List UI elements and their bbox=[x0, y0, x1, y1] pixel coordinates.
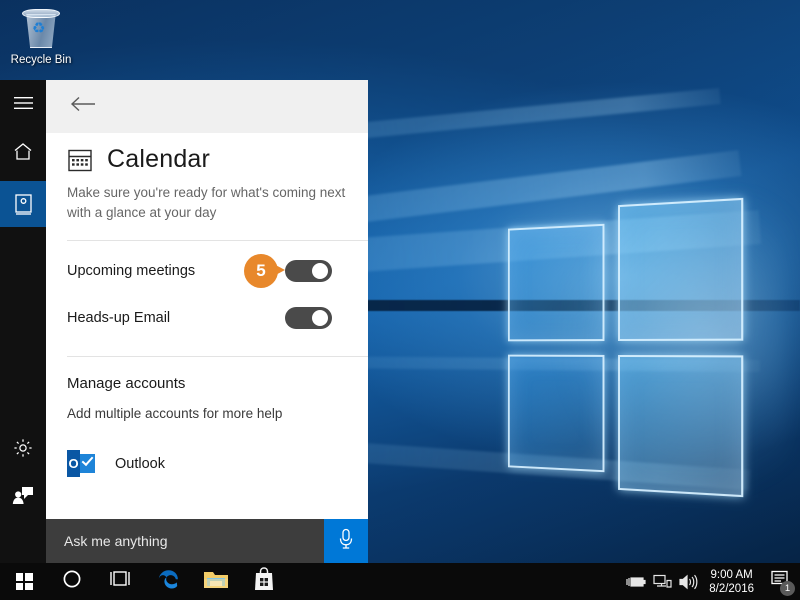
hamburger-menu-icon bbox=[13, 96, 33, 110]
setting-row-upcoming-meetings[interactable]: Upcoming meetings 5 bbox=[46, 247, 368, 294]
section-heading-manage-accounts: Manage accounts bbox=[67, 375, 186, 392]
clock-time: 9:00 AM bbox=[710, 568, 753, 581]
page-description: Make sure you're ready for what's coming… bbox=[67, 185, 346, 220]
recycle-symbol-icon: ♻ bbox=[32, 20, 46, 37]
cortana-content: Calendar Make sure you're ready for what… bbox=[46, 80, 368, 563]
task-view-icon bbox=[108, 570, 132, 593]
store-bag-icon bbox=[253, 567, 275, 596]
network-icon[interactable] bbox=[649, 563, 675, 600]
sidebar-item-menu[interactable] bbox=[0, 80, 46, 126]
folder-icon bbox=[203, 569, 229, 595]
step-callout-badge: 5 bbox=[244, 253, 285, 288]
action-center-badge: 1 bbox=[780, 581, 795, 596]
task-view-button[interactable] bbox=[96, 563, 144, 600]
toggle-knob bbox=[312, 309, 328, 326]
microphone-button[interactable] bbox=[324, 519, 368, 563]
logo-pane bbox=[507, 354, 605, 473]
setting-label: Upcoming meetings bbox=[67, 262, 196, 279]
page-title-row: Calendar bbox=[46, 133, 368, 174]
recycle-bin-icon: ♻ bbox=[19, 8, 63, 50]
start-button[interactable] bbox=[0, 563, 48, 600]
taskbar: 9:00 AM 8/2/2016 1 bbox=[0, 563, 800, 600]
desktop-screen: ♻ Recycle Bin Calendar Make sure you're … bbox=[0, 0, 800, 600]
home-icon bbox=[13, 142, 33, 161]
recycle-bin-shortcut[interactable]: ♻ Recycle Bin bbox=[6, 6, 76, 67]
sidebar-item-home[interactable] bbox=[0, 128, 46, 174]
notebook-icon bbox=[14, 193, 33, 215]
windows-hero-logo-icon bbox=[507, 197, 744, 498]
sidebar-item-settings[interactable] bbox=[0, 425, 46, 471]
cortana-button[interactable] bbox=[48, 563, 96, 600]
logo-pane bbox=[618, 354, 744, 498]
action-center-button[interactable]: 1 bbox=[764, 563, 796, 600]
back-arrow-icon bbox=[70, 96, 96, 117]
callout-number: 5 bbox=[244, 253, 278, 288]
toggle-upcoming-meetings[interactable] bbox=[285, 259, 332, 282]
circle-icon bbox=[62, 569, 82, 594]
page-title: Calendar bbox=[107, 145, 211, 173]
section-subtext: Add multiple accounts for more help bbox=[67, 406, 283, 421]
bin-lid bbox=[22, 9, 60, 18]
edge-icon bbox=[156, 567, 180, 596]
divider bbox=[67, 240, 368, 241]
toggle-heads-up-email[interactable] bbox=[285, 306, 332, 329]
store-button[interactable] bbox=[240, 563, 288, 600]
system-tray: 9:00 AM 8/2/2016 1 bbox=[623, 563, 800, 600]
cortana-sidebar bbox=[0, 80, 46, 563]
sidebar-item-notebook[interactable] bbox=[0, 181, 46, 227]
microphone-icon bbox=[338, 528, 354, 555]
logo-pane bbox=[618, 197, 744, 342]
sidebar-item-feedback[interactable] bbox=[0, 472, 46, 518]
cortana-search-bar: Ask me anything bbox=[46, 519, 368, 563]
outlook-o-letter: O bbox=[67, 450, 80, 477]
setting-row-heads-up-email[interactable]: Heads-up Email bbox=[46, 294, 368, 341]
panel-body: Calendar Make sure you're ready for what… bbox=[46, 133, 368, 563]
clock-date: 8/2/2016 bbox=[709, 582, 754, 595]
cortana-panel: Calendar Make sure you're ready for what… bbox=[0, 80, 368, 563]
power-icon[interactable] bbox=[623, 563, 649, 600]
setting-label: Heads-up Email bbox=[67, 309, 171, 326]
edge-button[interactable] bbox=[144, 563, 192, 600]
account-item-outlook[interactable]: O Outlook bbox=[46, 421, 368, 477]
toggle-knob bbox=[312, 262, 328, 279]
logo-pane bbox=[507, 223, 605, 342]
back-button[interactable] bbox=[66, 90, 100, 124]
panel-header bbox=[46, 80, 368, 133]
windows-logo-icon bbox=[15, 573, 33, 590]
volume-icon[interactable] bbox=[675, 563, 701, 600]
outlook-icon: O bbox=[67, 450, 95, 477]
gear-icon bbox=[13, 438, 33, 458]
feedback-icon bbox=[12, 486, 34, 505]
search-input[interactable]: Ask me anything bbox=[46, 519, 324, 563]
recycle-bin-label: Recycle Bin bbox=[10, 54, 72, 66]
file-explorer-button[interactable] bbox=[192, 563, 240, 600]
taskbar-clock[interactable]: 9:00 AM 8/2/2016 bbox=[701, 568, 764, 596]
account-name: Outlook bbox=[115, 455, 165, 472]
calendar-icon bbox=[67, 147, 93, 173]
